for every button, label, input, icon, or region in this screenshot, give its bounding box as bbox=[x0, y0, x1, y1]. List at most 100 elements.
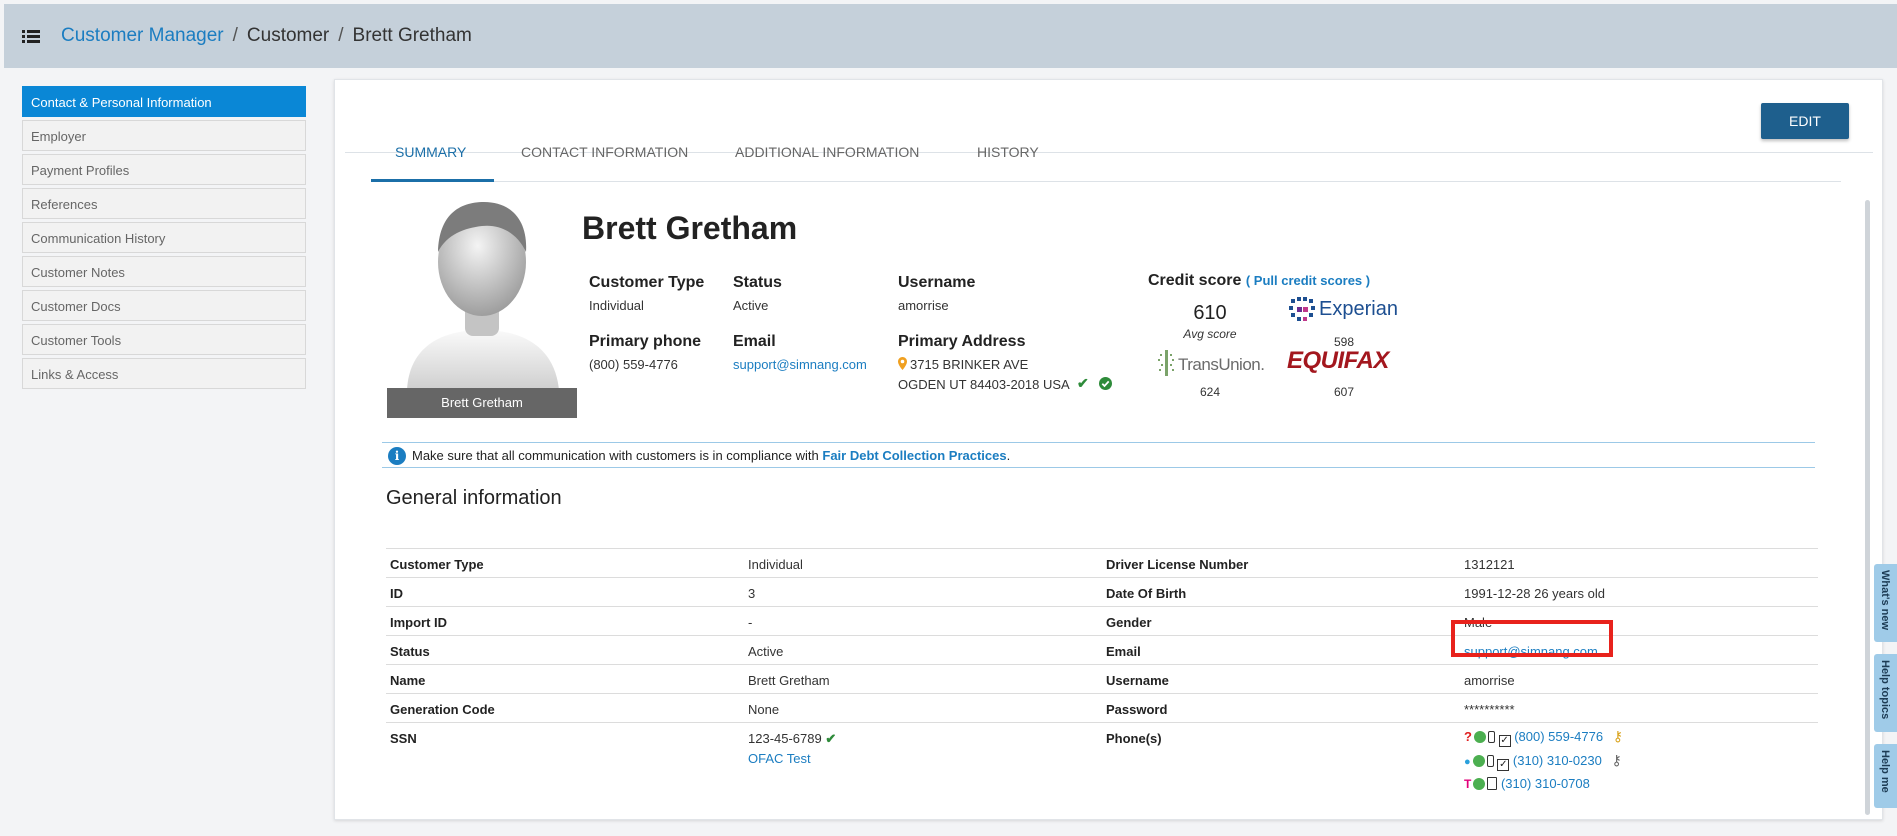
general-info-table: Customer Type Individual Driver License … bbox=[386, 548, 1818, 812]
sidebar-item-customer-docs[interactable]: Customer Docs bbox=[22, 290, 306, 321]
transunion-score: 624 bbox=[1199, 385, 1221, 399]
row-value: 1991-12-28 26 years old bbox=[1464, 586, 1605, 601]
status-dot-icon bbox=[1473, 778, 1486, 790]
row-value: amorrise bbox=[1464, 673, 1515, 688]
row-key: Driver License Number bbox=[1106, 557, 1249, 572]
avatar-name-label: Brett Gretham bbox=[387, 388, 577, 418]
row-key: Gender bbox=[1106, 615, 1152, 630]
whats-new-tab[interactable]: What's new bbox=[1874, 564, 1897, 642]
row-key: Import ID bbox=[390, 615, 448, 630]
t-mobile-carrier-icon: T bbox=[1464, 777, 1472, 791]
whats-new-label: What's new bbox=[1879, 570, 1891, 631]
status-dot-icon bbox=[1472, 755, 1485, 767]
sidebar-item-customer-notes[interactable]: Customer Notes bbox=[22, 256, 306, 287]
sidebar-item-communication-history[interactable]: Communication History bbox=[22, 222, 306, 253]
primary-phone-value: (800) 559-4776 bbox=[589, 357, 678, 372]
customer-type-value: Individual bbox=[589, 298, 644, 313]
avg-score-label: Avg score bbox=[1183, 327, 1237, 341]
landline-icon bbox=[1487, 777, 1498, 790]
sidebar-item-references[interactable]: References bbox=[22, 188, 306, 219]
sidebar-item-contact-personal[interactable]: Contact & Personal Information bbox=[22, 86, 306, 117]
breadcrumb-current: Brett Gretham bbox=[352, 25, 472, 46]
breadcrumb-separator: / bbox=[338, 25, 344, 46]
tab-summary[interactable]: SUMMARY bbox=[395, 144, 466, 180]
ssn-verified-check-icon: ✔ bbox=[825, 731, 837, 746]
sidebar-item-payment-profiles[interactable]: Payment Profiles bbox=[22, 154, 306, 185]
customer-name-heading: Brett Gretham bbox=[582, 210, 798, 246]
mobile-icon bbox=[1486, 755, 1494, 767]
compliance-notice: i Make sure that all communication with … bbox=[382, 442, 1815, 468]
row-key: Generation Code bbox=[390, 702, 495, 717]
sidebar-item-customer-tools[interactable]: Customer Tools bbox=[22, 324, 306, 355]
sidebar: Contact & Personal Information Employer … bbox=[22, 86, 306, 392]
ssn-number: 123-45-6789 bbox=[748, 731, 822, 746]
highlight-box bbox=[1451, 620, 1613, 657]
row-key: Date Of Birth bbox=[1106, 586, 1187, 601]
breadcrumb-customer-manager[interactable]: Customer Manager bbox=[61, 25, 224, 46]
table-row: ID 3 Date Of Birth 1991-12-28 26 years o… bbox=[386, 577, 1818, 606]
carrier-globe-icon: ● bbox=[1464, 756, 1471, 768]
sidebar-item-links-access[interactable]: Links & Access bbox=[22, 358, 306, 389]
map-pin-icon bbox=[898, 357, 907, 370]
general-information-title: General information bbox=[386, 487, 562, 509]
experian-logo: Experian bbox=[1287, 295, 1399, 325]
primary-key-icon[interactable]: ⚷ bbox=[1613, 728, 1623, 744]
equifax-score: 607 bbox=[1333, 385, 1355, 399]
breadcrumb: Customer Manager / Customer / Brett Gretham bbox=[61, 25, 472, 47]
credit-score-title: Credit score ( Pull credit scores ) bbox=[1148, 272, 1370, 290]
tabs-divider bbox=[371, 181, 1841, 182]
transunion-logo: TransUnion. bbox=[1158, 350, 1270, 380]
table-row: Generation Code None Password ********** bbox=[386, 693, 1818, 722]
phone-link[interactable]: (310) 310-0708 bbox=[1501, 776, 1590, 791]
address-valid-circle-check-icon bbox=[1099, 377, 1112, 390]
address-verified-check-icon: ✔ bbox=[1077, 375, 1089, 391]
row-value: 3 bbox=[748, 586, 756, 601]
tab-contact-information[interactable]: CONTACT INFORMATION bbox=[521, 144, 688, 180]
ssn-label: SSN bbox=[390, 731, 417, 746]
transunion-mark-icon bbox=[1158, 350, 1174, 376]
sidebar-item-employer[interactable]: Employer bbox=[22, 120, 306, 151]
help-topics-tab[interactable]: Help topics bbox=[1874, 654, 1897, 732]
row-key: ID bbox=[390, 586, 403, 601]
phone-link[interactable]: (800) 559-4776 bbox=[1514, 729, 1603, 744]
fair-debt-collection-link[interactable]: Fair Debt Collection Practices bbox=[822, 448, 1006, 463]
row-value: Brett Gretham bbox=[748, 673, 830, 688]
help-me-tab[interactable]: Help me bbox=[1874, 744, 1897, 808]
email-label: Email bbox=[733, 333, 776, 350]
tab-additional-information[interactable]: ADDITIONAL INFORMATION bbox=[735, 144, 919, 180]
menu-icon[interactable] bbox=[22, 30, 40, 44]
mobile-icon bbox=[1487, 731, 1495, 743]
notice-suffix: . bbox=[1006, 448, 1011, 463]
tab-active-indicator bbox=[371, 179, 494, 182]
ofac-test-link[interactable]: OFAC Test bbox=[748, 751, 811, 766]
table-row: SSN 123-45-6789 ✔ OFAC Test Phone(s) ? ✓… bbox=[386, 722, 1818, 812]
key-icon[interactable]: ⚷ bbox=[1611, 752, 1621, 768]
row-key: Name bbox=[390, 673, 426, 688]
phone-entry: ● ✓ (310) 310-0230 ⚷ bbox=[1464, 752, 1622, 771]
edit-button[interactable]: EDIT bbox=[1761, 103, 1849, 139]
scrollbar[interactable] bbox=[1865, 200, 1870, 815]
row-key: Customer Type bbox=[390, 557, 484, 572]
status-label: Status bbox=[733, 274, 782, 291]
table-row: Name Brett Gretham Username amorrise bbox=[386, 664, 1818, 693]
checkbox-checked-icon: ✓ bbox=[1497, 759, 1510, 771]
unknown-carrier-icon: ? bbox=[1464, 729, 1472, 744]
row-key: Username bbox=[1106, 673, 1169, 688]
address-line-1: 3715 BRINKER AVE bbox=[910, 357, 1029, 372]
email-link[interactable]: support@simnang.com bbox=[733, 357, 867, 372]
row-value: Individual bbox=[748, 557, 803, 572]
username-label: Username bbox=[898, 274, 976, 291]
phone-entry: ? ✓ (800) 559-4776 ⚷ bbox=[1464, 728, 1623, 747]
primary-phone-label: Primary phone bbox=[589, 333, 702, 350]
phone-link[interactable]: (310) 310-0230 bbox=[1513, 753, 1602, 768]
phone-entry: T (310) 310-0708 bbox=[1464, 776, 1590, 791]
pull-credit-scores-link[interactable]: ( Pull credit scores ) bbox=[1246, 273, 1370, 288]
row-value: None bbox=[748, 702, 780, 717]
notice-text: Make sure that all communication with cu… bbox=[412, 448, 823, 463]
tab-history[interactable]: HISTORY bbox=[977, 144, 1039, 180]
row-value: 1312121 bbox=[1464, 557, 1515, 572]
table-row: Customer Type Individual Driver License … bbox=[386, 548, 1818, 577]
customer-type-label: Customer Type bbox=[589, 274, 705, 291]
transunion-name: TransUnion. bbox=[1178, 355, 1265, 374]
primary-address-label: Primary Address bbox=[898, 333, 1026, 350]
